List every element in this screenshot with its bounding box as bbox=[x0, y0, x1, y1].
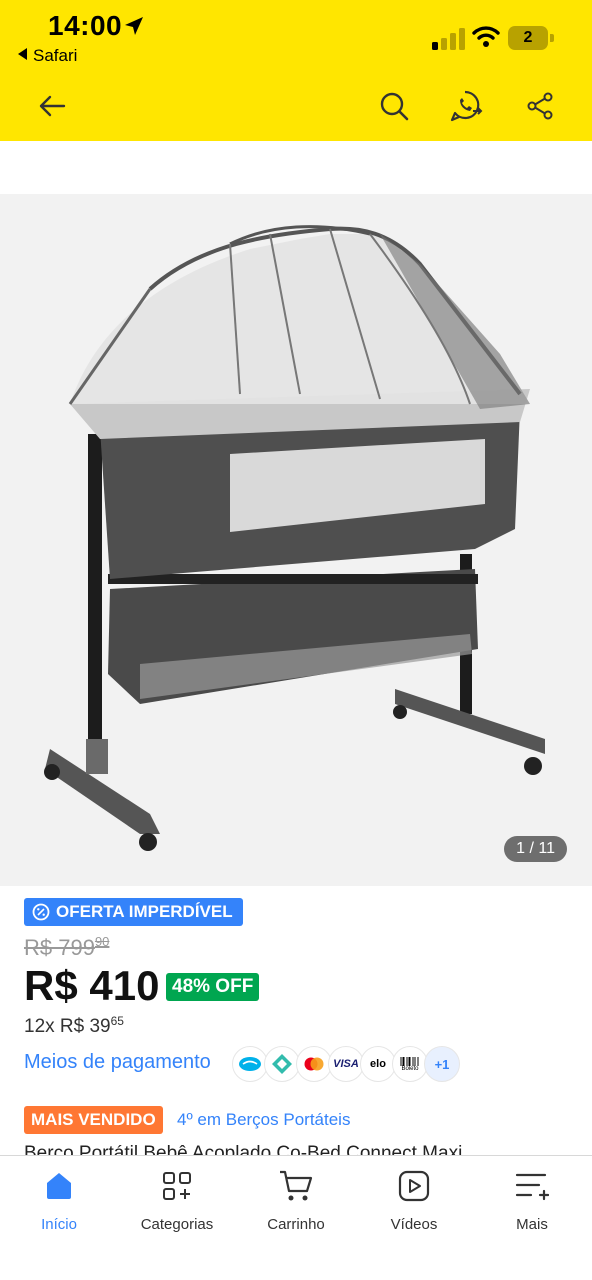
nav-item-more[interactable]: Mais bbox=[477, 1168, 587, 1233]
categories-icon bbox=[163, 1172, 191, 1200]
visa-icon: VISA bbox=[328, 1046, 364, 1082]
back-triangle-icon bbox=[18, 48, 27, 60]
product-image-gallery[interactable]: 1 / 11 bbox=[0, 194, 592, 886]
installments-main: 12x R$ 39 bbox=[24, 1016, 111, 1037]
back-app-label: Safari bbox=[33, 46, 78, 65]
video-icon bbox=[398, 1170, 430, 1202]
more-icon bbox=[515, 1173, 549, 1201]
back-button[interactable] bbox=[32, 86, 72, 126]
search-button[interactable] bbox=[374, 86, 414, 126]
nav-item-categories[interactable]: Categorias bbox=[122, 1168, 232, 1233]
share-button[interactable] bbox=[520, 86, 560, 126]
category-rank-link[interactable]: 4º em Berços Portáteis bbox=[177, 1110, 350, 1130]
current-price: R$ 410 bbox=[24, 962, 160, 1009]
elo-icon: elo bbox=[360, 1046, 396, 1082]
top-bar: 14:00 Safari 2 bbox=[0, 0, 592, 141]
nav-label-cart: Carrinho bbox=[267, 1216, 325, 1233]
wifi-icon bbox=[472, 26, 500, 47]
mercado-pago-icon bbox=[232, 1046, 268, 1082]
deal-badge: OFERTA IMPERDÍVEL bbox=[24, 898, 243, 926]
battery-indicator: 2 bbox=[508, 26, 554, 50]
deal-label: OFERTA IMPERDÍVEL bbox=[56, 902, 233, 921]
image-counter: 1 / 11 bbox=[504, 836, 567, 862]
nav-item-videos[interactable]: Vídeos bbox=[359, 1168, 469, 1233]
location-arrow-icon bbox=[125, 17, 143, 35]
bottom-navigation: Início Categorias Carrinho Vídeos Mais bbox=[0, 1155, 592, 1280]
share-icon bbox=[527, 92, 553, 120]
discount-tag: 48% OFF bbox=[166, 973, 260, 1001]
nav-item-cart[interactable]: Carrinho bbox=[241, 1168, 351, 1233]
product-title: Berço Portátil Bebê Acoplado Co-Bed Conn… bbox=[24, 1143, 463, 1156]
discount-badge-icon bbox=[32, 903, 50, 921]
best-seller-badge: MAIS VENDIDO bbox=[24, 1106, 163, 1134]
battery-level: 2 bbox=[508, 26, 548, 50]
more-payment-methods[interactable]: +1 bbox=[424, 1046, 460, 1082]
whatsapp-share-button[interactable] bbox=[446, 86, 486, 126]
elo-text: elo bbox=[370, 1058, 386, 1070]
whatsapp-share-icon bbox=[450, 90, 483, 122]
nav-label-categories: Categorias bbox=[140, 1216, 214, 1233]
boleto-icon: Boleto bbox=[392, 1046, 428, 1082]
old-price-cents: 90 bbox=[94, 934, 110, 949]
boleto-text: Boleto bbox=[401, 1065, 419, 1072]
nav-label-more: Mais bbox=[516, 1216, 548, 1233]
installments-cents: 65 bbox=[110, 1014, 124, 1028]
old-price-main: R$ 799 bbox=[24, 935, 95, 960]
mastercard-icon bbox=[296, 1046, 332, 1082]
status-time: 14:00 bbox=[48, 10, 123, 41]
pix-icon bbox=[264, 1046, 300, 1082]
nav-item-home[interactable]: Início bbox=[4, 1168, 114, 1233]
home-icon bbox=[47, 1173, 71, 1199]
nav-label-home: Início bbox=[41, 1216, 77, 1233]
old-price: R$ 79990 bbox=[24, 934, 109, 961]
back-to-safari[interactable]: Safari bbox=[18, 46, 77, 66]
cart-icon bbox=[280, 1170, 313, 1201]
back-arrow-icon bbox=[39, 95, 66, 117]
cellular-signal-icon bbox=[432, 28, 465, 50]
installments: 12x R$ 3965 bbox=[24, 1014, 124, 1038]
nav-label-videos: Vídeos bbox=[390, 1216, 438, 1233]
search-icon bbox=[380, 92, 409, 121]
product-image-bassinet bbox=[44, 225, 545, 851]
visa-text: VISA bbox=[333, 1058, 359, 1070]
payment-icons[interactable]: VISA elo Boleto +1 bbox=[232, 1046, 460, 1082]
payment-methods-link[interactable]: Meios de pagamento bbox=[24, 1051, 211, 1074]
